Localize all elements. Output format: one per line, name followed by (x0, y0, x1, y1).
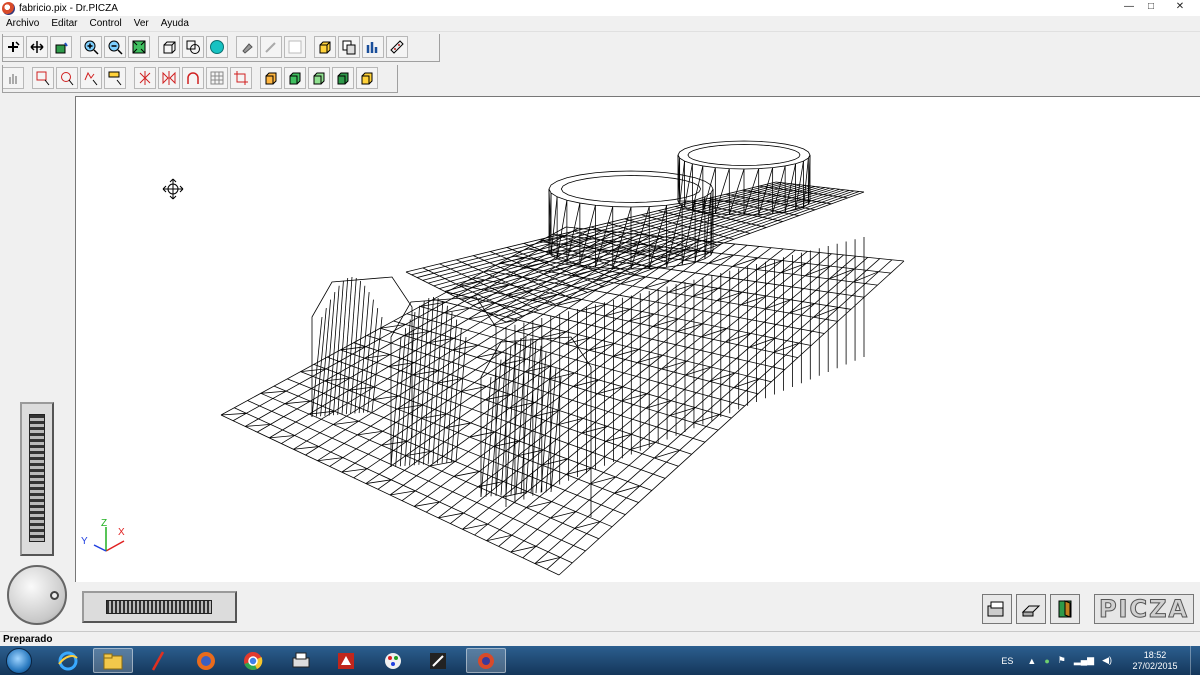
title-bar: fabricio.pix - Dr.PICZA — □ ✕ (0, 0, 1200, 16)
vertical-slider-track[interactable] (29, 414, 45, 542)
system-tray: ES ▲ ● ⚑ ▂▄▆ ◀) 18:52 27/02/2015 (1001, 646, 1200, 675)
pdf-icon (338, 652, 354, 669)
picza-icon (478, 652, 494, 669)
mesh-wireframe: X Y Z (81, 140, 905, 576)
clock-time: 18:52 (1143, 649, 1167, 660)
menu-editar[interactable]: Editar (45, 18, 83, 29)
folder-icon (103, 653, 123, 669)
printer-app-icon (292, 652, 310, 667)
picza-logo: PICZA (1094, 594, 1194, 624)
taskbar-explorer[interactable] (93, 648, 133, 673)
taskbar-ie[interactable] (48, 648, 88, 673)
status-text: Preparado (3, 633, 53, 645)
network-icon[interactable]: ▂▄▆ (1074, 655, 1094, 666)
pen-app-icon (151, 650, 165, 671)
toolbar-main-frame (2, 34, 440, 62)
window-title: fabricio.pix - Dr.PICZA (19, 2, 118, 14)
clock-date: 27/02/2015 (1132, 660, 1178, 671)
tray-app-icon[interactable]: ● (1044, 656, 1049, 666)
3d-viewport[interactable]: X Y Z (75, 96, 1200, 582)
chrome-icon (244, 651, 263, 670)
axis-label-y: Y (81, 536, 88, 547)
firefox-icon (197, 651, 215, 670)
action-center-flag-icon[interactable]: ⚑ (1058, 655, 1066, 666)
cnc-icon (430, 652, 446, 669)
rotation-knob[interactable] (7, 565, 67, 625)
print-icon (1021, 605, 1041, 617)
taskbar-printer-app[interactable] (281, 648, 321, 673)
toolbar-selection-frame (2, 65, 398, 93)
taskbar-pen-app[interactable] (138, 648, 178, 673)
paint-icon (385, 652, 401, 669)
move-cursor-icon (162, 178, 184, 200)
scan-icon (987, 601, 1004, 617)
clock[interactable]: 18:52 27/02/2015 (1120, 650, 1190, 672)
vertical-zoom-slider[interactable] (20, 402, 54, 556)
taskbar-cnc[interactable] (418, 648, 458, 673)
ie-icon (58, 651, 78, 670)
axis-label-z: Z (101, 518, 107, 529)
horizontal-rotation-slider[interactable] (82, 591, 237, 623)
exit-door-icon (1058, 600, 1072, 618)
start-button[interactable] (6, 647, 32, 674)
taskbar-picza[interactable] (466, 648, 506, 673)
knob-handle[interactable] (50, 591, 59, 600)
minimize-button[interactable]: — (1118, 0, 1140, 13)
menu-ayuda[interactable]: Ayuda (155, 18, 195, 29)
taskbar-chrome[interactable] (233, 648, 273, 673)
menu-control[interactable]: Control (83, 18, 127, 29)
exit-button[interactable] (1050, 594, 1080, 624)
print-button[interactable] (1016, 594, 1046, 624)
horizontal-slider-track[interactable] (106, 600, 212, 614)
menu-bar: Archivo Editar Control Ver Ayuda (0, 16, 1200, 32)
status-bar: Preparado (0, 631, 1200, 646)
app-icon (2, 1, 15, 15)
taskbar-paint[interactable] (373, 648, 413, 673)
window-controls: — □ ✕ (1118, 0, 1198, 13)
menu-ver[interactable]: Ver (128, 18, 155, 29)
scan-button[interactable] (982, 594, 1012, 624)
axis-label-x: X (118, 527, 125, 538)
language-indicator[interactable]: ES (1001, 656, 1013, 666)
maximize-button[interactable]: □ (1140, 0, 1162, 13)
close-button[interactable]: ✕ (1162, 0, 1198, 13)
volume-icon[interactable]: ◀) (1102, 655, 1112, 666)
windows-taskbar: ES ▲ ● ⚑ ▂▄▆ ◀) 18:52 27/02/2015 (0, 646, 1200, 675)
taskbar-firefox[interactable] (186, 648, 226, 673)
menu-archivo[interactable]: Archivo (0, 18, 45, 29)
show-desktop-button[interactable] (1190, 646, 1200, 675)
taskbar-pdf[interactable] (326, 648, 366, 673)
tray-expand-icon[interactable]: ▲ (1027, 656, 1036, 666)
